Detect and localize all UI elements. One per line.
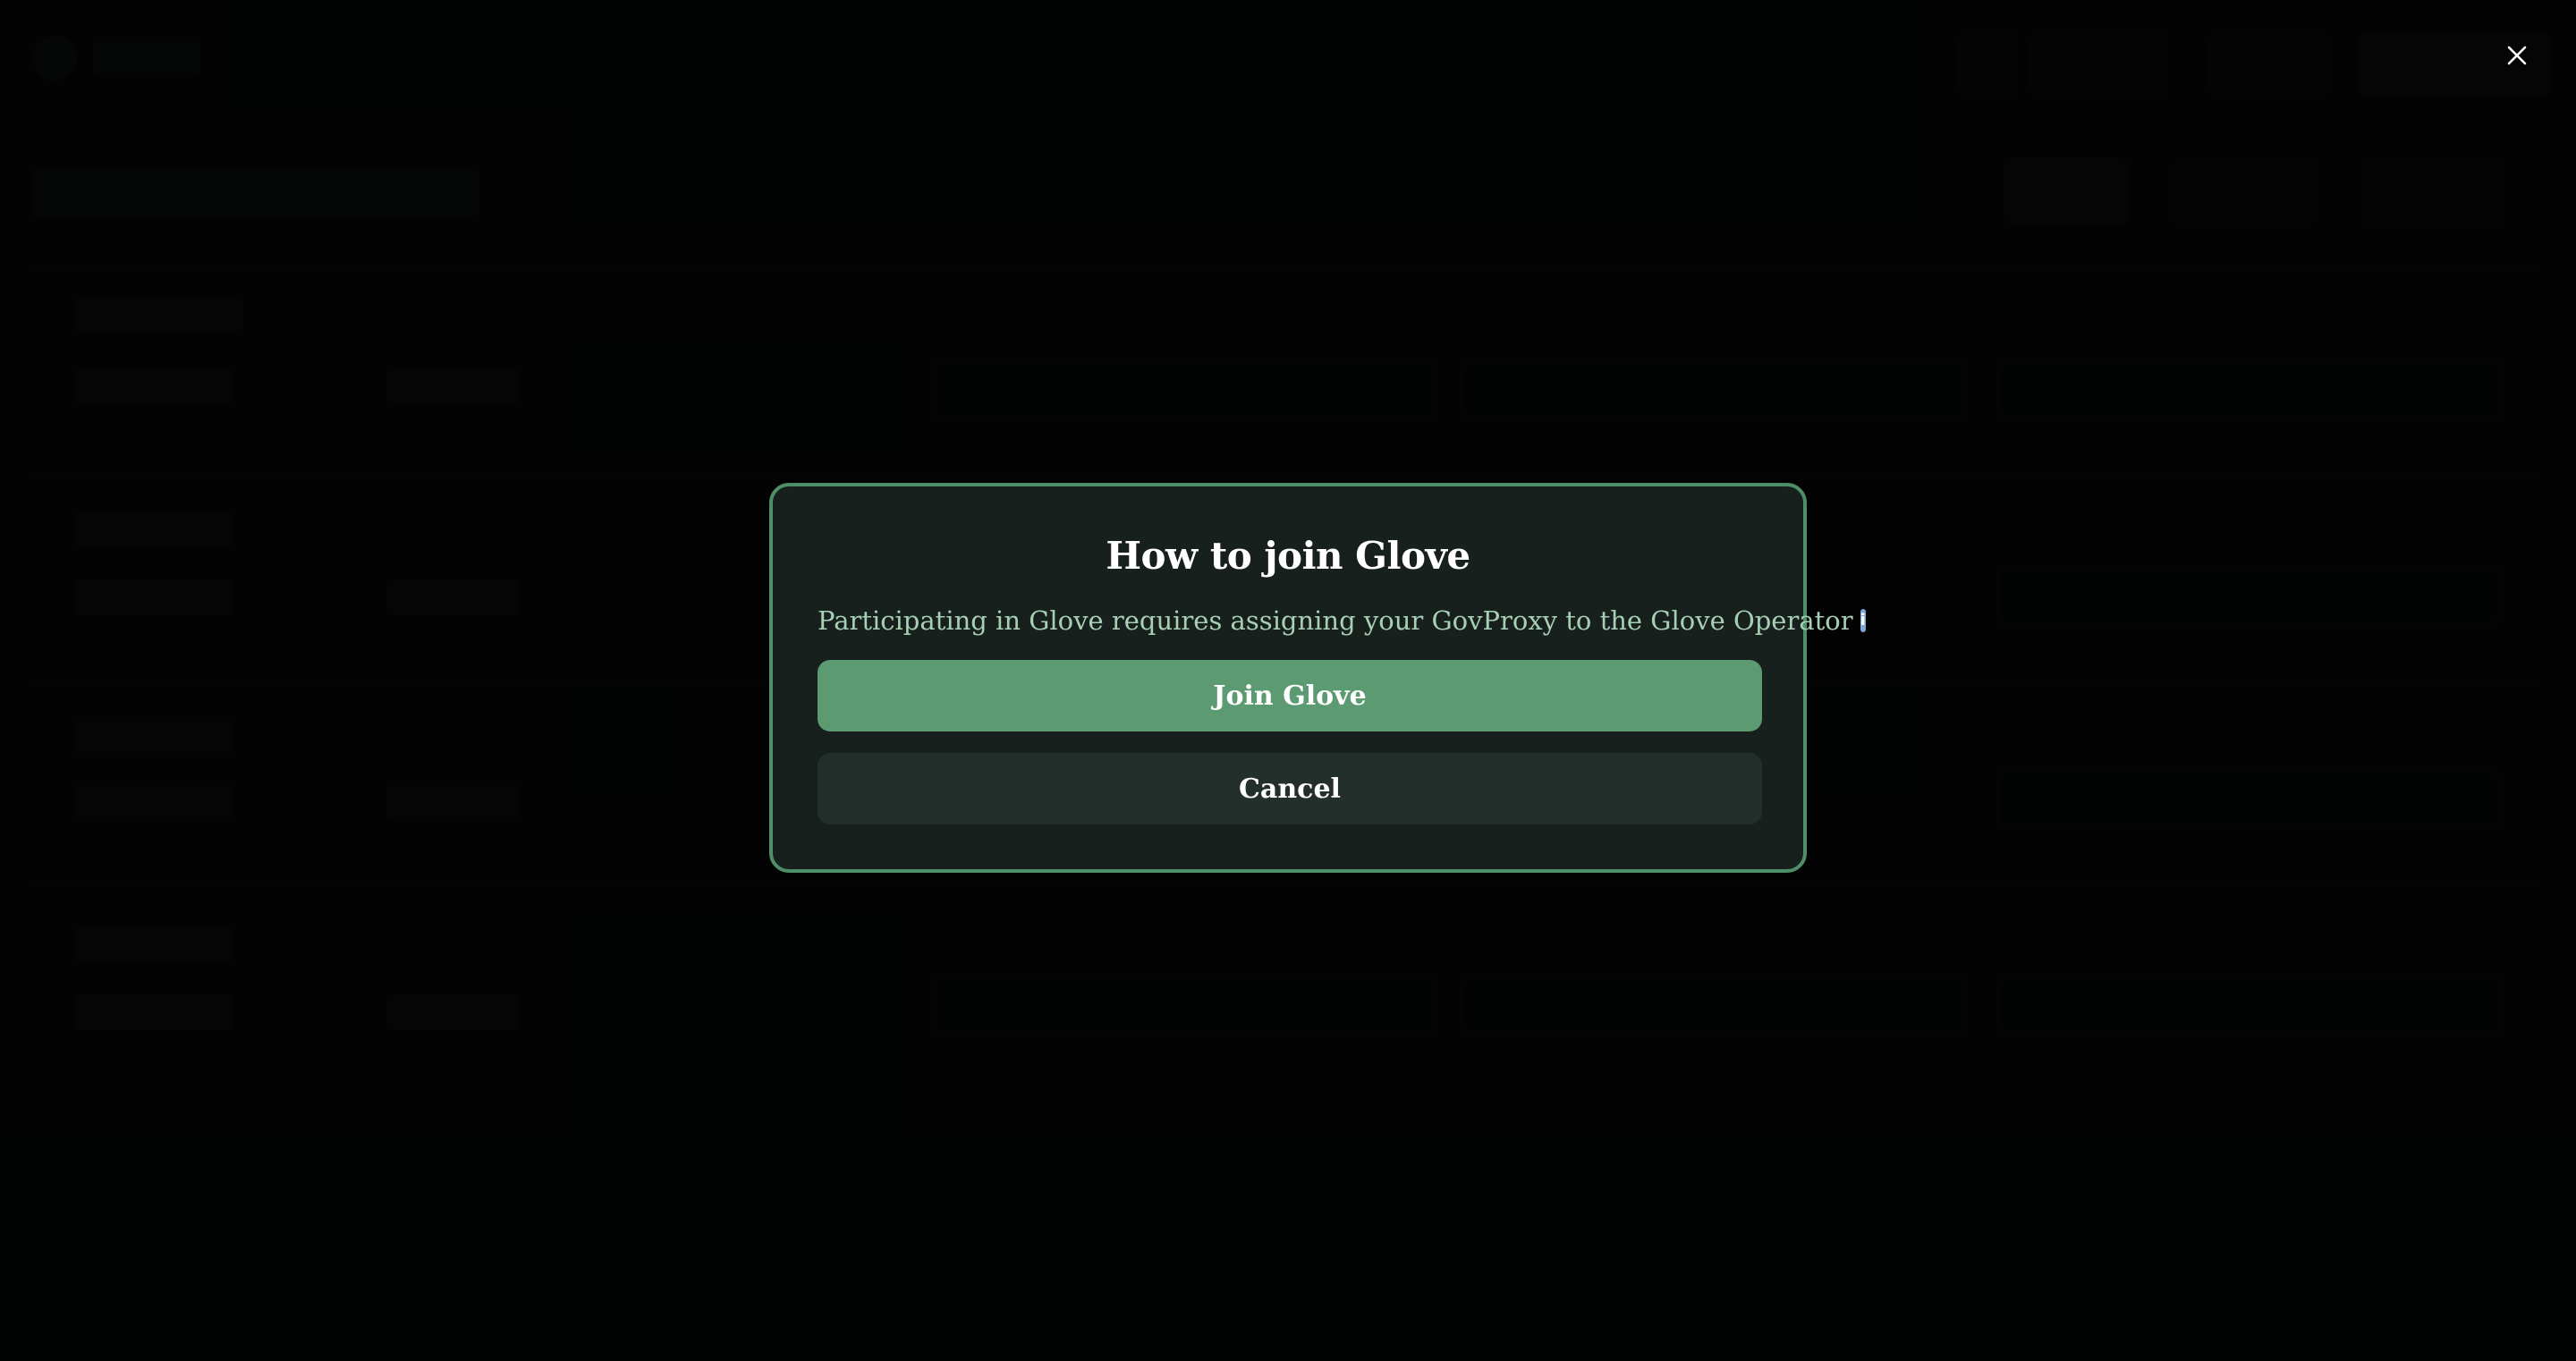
dialog-title: How to join Glove — [1106, 534, 1470, 578]
join-glove-button[interactable]: Join Glove — [818, 660, 1762, 731]
cancel-button[interactable]: Cancel — [818, 753, 1762, 824]
dialog-description-row: Participating in Glove requires assignin… — [818, 603, 1866, 638]
join-glove-dialog: How to join Glove Participating in Glove… — [769, 483, 1866, 873]
modal-overlay[interactable]: How to join Glove Participating in Glove… — [0, 0, 2576, 1361]
app-window: How to join Glove Participating in Glove… — [0, 0, 2576, 1361]
dialog-description: Participating in Glove requires assignin… — [818, 605, 1853, 636]
close-icon[interactable] — [2496, 34, 2538, 77]
info-icon: i — [1860, 609, 1866, 632]
